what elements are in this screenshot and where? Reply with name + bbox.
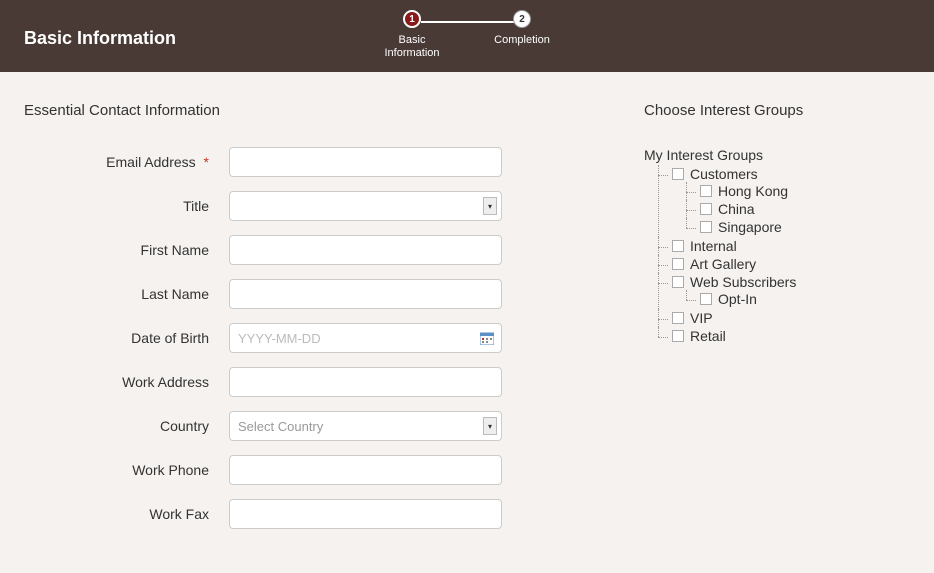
step-1-label: BasicInformation [384,34,439,60]
interest-tree: My Interest Groups CustomersHong Kong Chi… [644,147,910,345]
row-email: Email Address * [24,147,584,177]
first-name-input[interactable] [229,235,502,265]
tree-checkbox[interactable] [672,240,684,252]
tree-item-label: Opt-In [718,291,757,307]
row-title: Title ▾ [24,191,584,221]
title-select[interactable]: ▾ [229,191,502,221]
tree-item-label: Retail [690,328,726,344]
tree-item[interactable]: Retail [672,328,910,344]
interest-groups-heading: Choose Interest Groups [644,102,910,119]
tree-item-label: Customers [690,166,758,182]
label-dob: Date of Birth [24,330,229,346]
row-first-name: First Name [24,235,584,265]
content: Essential Contact Information Email Addr… [0,72,934,573]
tree-checkbox[interactable] [700,221,712,233]
tree-item-label: Hong Kong [718,183,788,199]
tree-item[interactable]: Art Gallery [672,256,910,272]
required-indicator: * [204,154,209,170]
tree-item[interactable]: Internal [672,238,910,254]
tree-checkbox[interactable] [672,168,684,180]
country-select-placeholder: Select Country [238,419,323,434]
tree-children: Hong Kong China Singapore [672,182,910,236]
chevron-down-icon: ▾ [483,197,497,215]
header: Basic Information 1 BasicInformation 2 C… [0,0,934,72]
tree-item-label: Art Gallery [690,256,756,272]
work-address-input[interactable] [229,367,502,397]
label-title: Title [24,198,229,214]
label-email-text: Email Address [106,154,195,170]
tree-item[interactable]: Web Subscribers [672,274,910,290]
tree-item[interactable]: Hong Kong [700,183,910,199]
tree-item[interactable]: Singapore [700,219,910,235]
tree-checkbox[interactable] [700,293,712,305]
label-last-name: Last Name [24,286,229,302]
tree-list: CustomersHong Kong China Singapore Internal… [644,165,910,345]
tree-node: Singapore [686,218,910,236]
interest-groups-section: Choose Interest Groups My Interest Group… [644,102,910,543]
tree-item-label: China [718,201,755,217]
step-1-circle: 1 [403,10,421,28]
tree-node: VIP [658,309,910,327]
tree-item[interactable]: China [700,201,910,217]
step-2[interactable]: 2 Completion [467,10,577,47]
last-name-input[interactable] [229,279,502,309]
step-2-circle: 2 [513,10,531,28]
tree-checkbox[interactable] [672,312,684,324]
tree-item-label: Singapore [718,219,782,235]
row-country: Country Select Country ▾ [24,411,584,441]
tree-node: Retail [658,327,910,345]
tree-node: Internal [658,237,910,255]
tree-node: Web SubscribersOpt-In [658,273,910,309]
label-work-address: Work Address [24,374,229,390]
tree-item[interactable]: Customers [672,166,910,182]
tree-checkbox[interactable] [672,276,684,288]
dob-input[interactable] [229,323,502,353]
tree-node: CustomersHong Kong China Singapore [658,165,910,237]
tree-checkbox[interactable] [672,330,684,342]
label-first-name: First Name [24,242,229,258]
tree-item-label: Web Subscribers [690,274,796,290]
page-title: Basic Information [24,28,176,49]
tree-node: China [686,200,910,218]
step-2-label: Completion [494,34,550,47]
tree-node: Art Gallery [658,255,910,273]
row-dob: Date of Birth [24,323,584,353]
row-work-phone: Work Phone [24,455,584,485]
label-work-phone: Work Phone [24,462,229,478]
form-heading: Essential Contact Information [24,102,584,119]
dob-wrapper [229,323,502,353]
label-work-fax: Work Fax [24,506,229,522]
tree-checkbox[interactable] [672,258,684,270]
row-work-address: Work Address [24,367,584,397]
email-input[interactable] [229,147,502,177]
tree-item-label: VIP [690,310,713,326]
row-last-name: Last Name [24,279,584,309]
country-select[interactable]: Select Country ▾ [229,411,502,441]
tree-checkbox[interactable] [700,185,712,197]
tree-root-label: My Interest Groups [644,147,910,163]
row-work-fax: Work Fax [24,499,584,529]
tree-checkbox[interactable] [700,203,712,215]
label-email: Email Address * [24,154,229,170]
step-connector [421,21,521,23]
tree-item[interactable]: Opt-In [700,291,910,307]
tree-item-label: Internal [690,238,737,254]
stepper: 1 BasicInformation 2 Completion [357,10,577,60]
tree-children: Opt-In [672,290,910,308]
tree-node: Opt-In [686,290,910,308]
tree-node: Hong Kong [686,182,910,200]
work-phone-input[interactable] [229,455,502,485]
form-section: Essential Contact Information Email Addr… [24,102,584,543]
label-country: Country [24,418,229,434]
work-fax-input[interactable] [229,499,502,529]
chevron-down-icon: ▾ [483,417,497,435]
tree-item[interactable]: VIP [672,310,910,326]
step-1[interactable]: 1 BasicInformation [357,10,467,60]
